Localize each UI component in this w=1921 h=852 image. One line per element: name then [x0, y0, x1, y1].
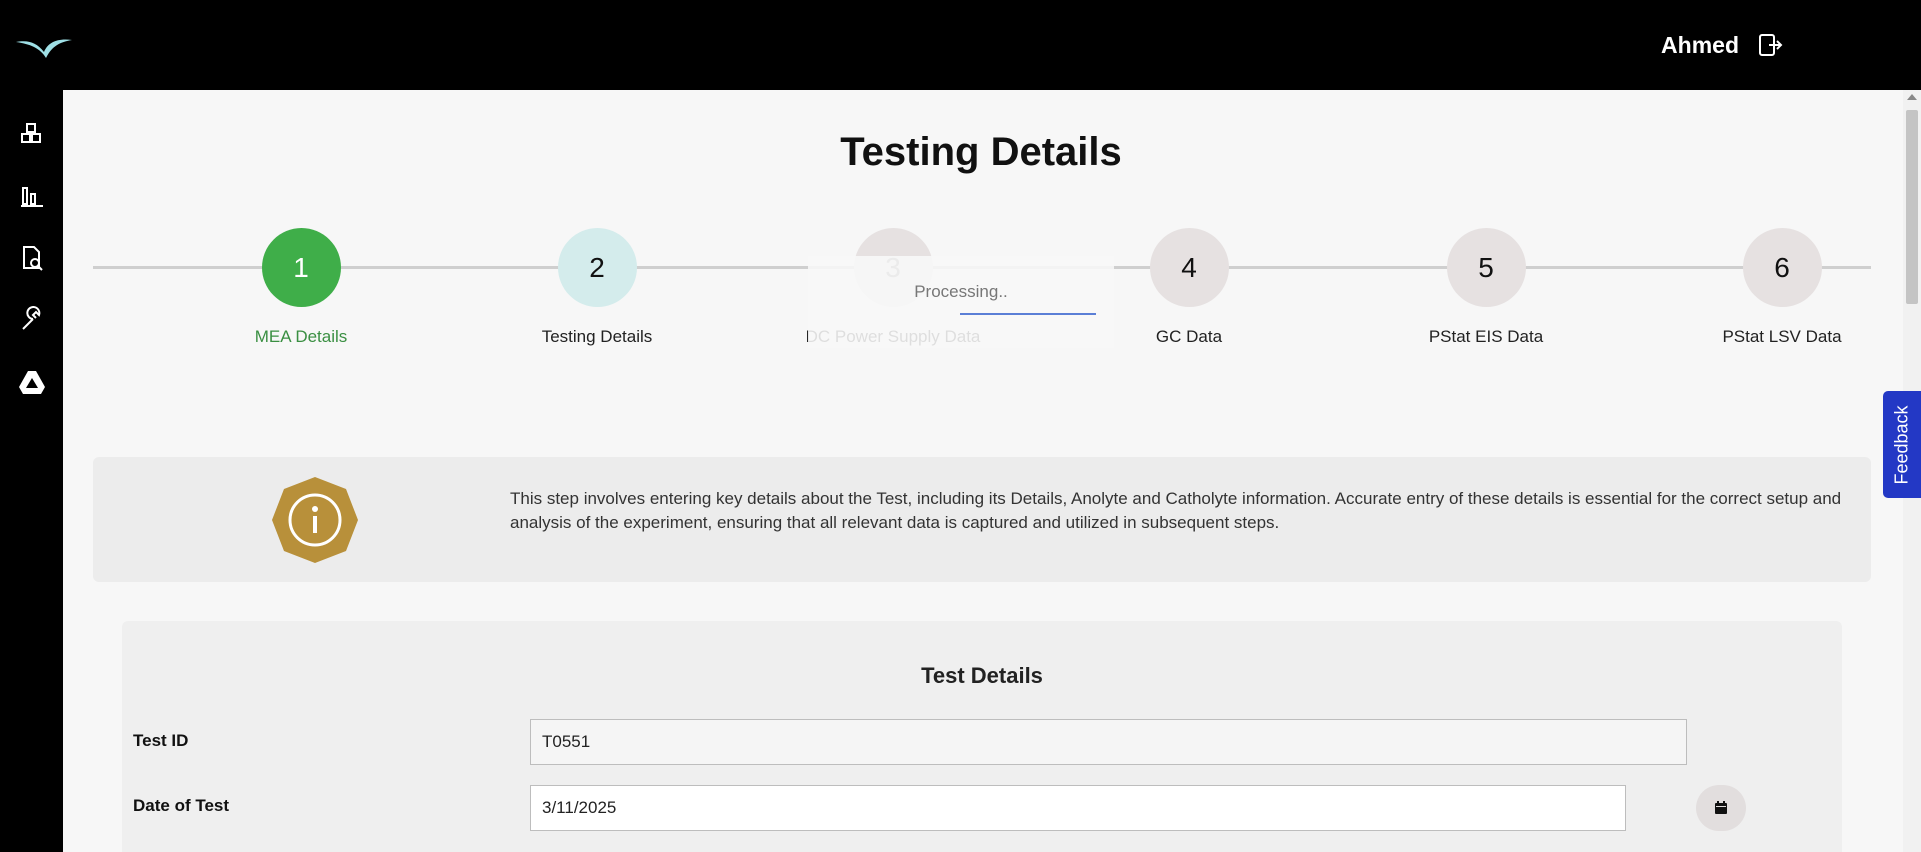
wrench-icon[interactable]: [18, 306, 46, 334]
info-text: This step involves entering key details …: [510, 489, 1842, 532]
step-label: Testing Details: [541, 327, 653, 346]
top-bar: Ahmed: [0, 0, 1921, 90]
feedback-tab[interactable]: Feedback: [1883, 391, 1921, 498]
processing-text: Processing..: [914, 282, 1008, 301]
step-pstat-eis-data[interactable]: 5 PStat EIS Data: [1356, 228, 1616, 347]
step-testing-details[interactable]: 2 Testing Details: [467, 228, 727, 347]
date-of-test-label: Date of Test: [133, 796, 230, 815]
bar-chart-icon[interactable]: [18, 182, 46, 210]
scroll-up-arrow-icon[interactable]: [1907, 94, 1917, 100]
processing-progress-bar: [960, 313, 1096, 315]
bird-logo-icon[interactable]: [14, 32, 74, 60]
step-label: PStat EIS Data: [1428, 327, 1544, 346]
step-circle: 2: [557, 228, 637, 307]
user-name: Ahmed: [1661, 32, 1739, 58]
main-content: Testing Details 1 MEA Details 2 Testing …: [63, 90, 1903, 852]
step-mea-details[interactable]: 1 MEA Details: [171, 228, 431, 347]
google-drive-icon[interactable]: [18, 368, 46, 396]
dashboard-icon[interactable]: [18, 120, 46, 148]
logout-icon[interactable]: [1757, 32, 1783, 58]
processing-overlay: Processing..: [808, 256, 1114, 348]
info-panel: This step involves entering key details …: [93, 457, 1871, 582]
test-details-form: Test Details Test ID T0551 Date of Test …: [122, 621, 1842, 852]
step-label: MEA Details: [254, 327, 348, 346]
document-search-icon[interactable]: [18, 244, 46, 272]
scroll-thumb[interactable]: [1906, 110, 1918, 304]
step-circle: 4: [1149, 228, 1229, 307]
step-pstat-lsv-data[interactable]: 6 PStat LSV Data: [1652, 228, 1903, 347]
page-title: Testing Details: [840, 130, 1122, 174]
info-icon: [272, 477, 358, 563]
step-circle: 5: [1446, 228, 1526, 307]
test-id-label: Test ID: [133, 731, 189, 750]
feedback-label: Feedback: [1891, 404, 1912, 485]
calendar-icon: [1715, 801, 1727, 814]
sidebar: [0, 90, 63, 852]
date-of-test-input[interactable]: 3/11/2025: [530, 785, 1626, 831]
step-label: PStat LSV Data: [1722, 327, 1842, 346]
calendar-button[interactable]: [1696, 785, 1746, 831]
form-title: Test Details: [921, 663, 1043, 688]
step-circle: 1: [261, 228, 341, 307]
test-id-input[interactable]: T0551: [530, 719, 1687, 765]
step-circle: 6: [1742, 228, 1822, 307]
